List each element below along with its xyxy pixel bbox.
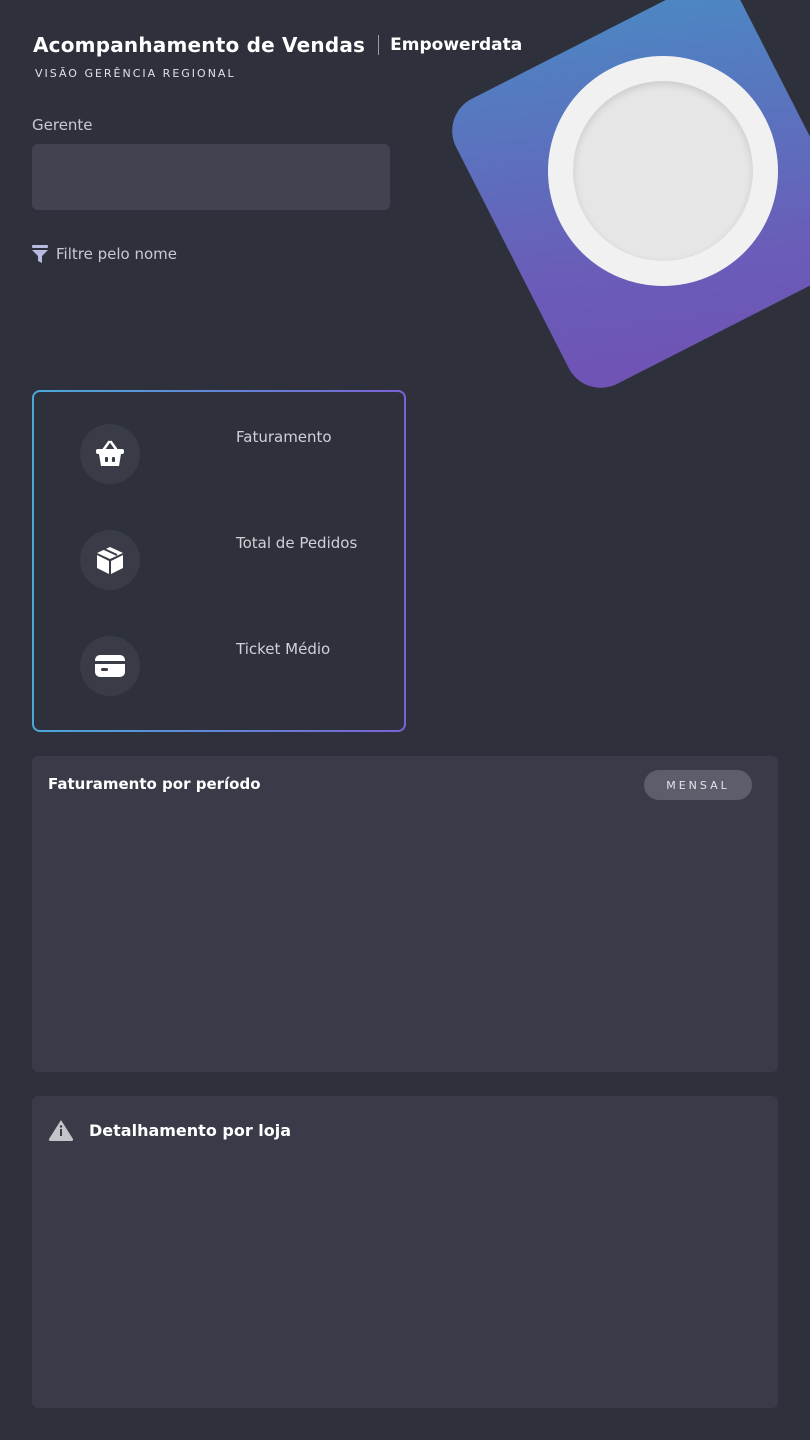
- kpi-icon-circle: [80, 424, 140, 484]
- revenue-by-period-panel: Faturamento por período MENSAL: [32, 756, 778, 1072]
- panel-title: Detalhamento por loja: [89, 1120, 292, 1140]
- brand-name: Empowerdata: [390, 35, 523, 55]
- period-toggle-button[interactable]: MENSAL: [644, 770, 752, 800]
- kpi-icon-circle: [80, 530, 140, 590]
- store-detail-panel: Detalhamento por loja: [32, 1096, 778, 1408]
- kpi-icon-circle: [80, 636, 140, 696]
- panel-title: Faturamento por período: [48, 775, 261, 793]
- manager-label: Gerente: [32, 116, 93, 134]
- page-title: Acompanhamento de Vendas: [33, 33, 366, 57]
- panel-header: Detalhamento por loja: [48, 1119, 291, 1141]
- kpi-card: Faturamento Total de Pedidos Ticket Médi…: [32, 390, 406, 732]
- basket-icon: [96, 440, 124, 466]
- manager-input[interactable]: [32, 144, 390, 210]
- title-divider: [378, 35, 380, 55]
- avatar-placeholder: [548, 56, 778, 286]
- box-icon: [97, 547, 123, 574]
- credit-card-icon: [95, 655, 125, 677]
- kpi-label: Faturamento: [236, 428, 332, 446]
- avatar-inner: [573, 81, 753, 261]
- kpi-label: Ticket Médio: [236, 640, 331, 658]
- filter-hint: Filtre pelo nome: [32, 245, 177, 263]
- filter-hint-text: Filtre pelo nome: [56, 245, 177, 263]
- kpi-label: Total de Pedidos: [236, 534, 358, 552]
- page-subtitle: VISÃO GERÊNCIA REGIONAL: [35, 67, 236, 80]
- page-header: Acompanhamento de Vendas Empowerdata: [33, 33, 522, 57]
- warning-icon: [48, 1120, 74, 1141]
- filter-icon: [32, 245, 48, 263]
